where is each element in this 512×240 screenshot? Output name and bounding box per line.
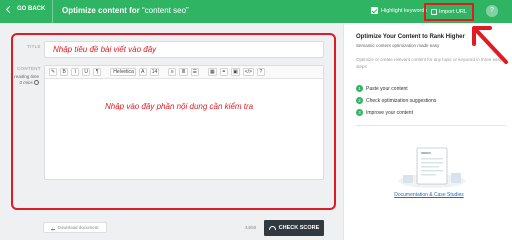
import-icon xyxy=(430,9,437,15)
help-button[interactable]: ? xyxy=(256,68,265,76)
go-back-label: GO BACK xyxy=(17,6,46,12)
keyword-counter: 44/50 xyxy=(245,225,257,230)
content-editor[interactable]: ✎ B I U ¶ Helvetica A 14 ≡ ≣ ☰ ▦ ⚭ ▣ </>… xyxy=(44,65,324,180)
page-title: Optimize content for “content seo” xyxy=(62,6,189,15)
signal-icon xyxy=(268,226,276,230)
editor-toolbar: ✎ B I U ¶ Helvetica A 14 ≡ ≣ ☰ ▦ ⚭ ▣ </>… xyxy=(45,66,323,79)
reading-time: reading time 0 mins xyxy=(13,74,39,86)
title-input[interactable] xyxy=(44,41,324,58)
font-color-button[interactable]: A xyxy=(138,68,147,76)
link-button[interactable]: ⚭ xyxy=(219,68,228,76)
align-button[interactable]: ☰ xyxy=(190,68,200,76)
font-size-select[interactable]: 14 xyxy=(149,68,160,76)
content-label: CONTENT xyxy=(17,66,41,71)
title-label: TITLE xyxy=(27,44,41,49)
content-text[interactable]: Nhập vào đây phần nội dung cần kiểm tra xyxy=(105,102,253,111)
highlight-keywords-toggle[interactable]: Highlight keywords xyxy=(371,7,427,14)
top-bar: GO BACK Optimize content for “content se… xyxy=(0,0,512,23)
step-label: Improve your content xyxy=(366,109,413,116)
documentation-illustration-icon: SEO xyxy=(399,147,465,188)
underline-button[interactable]: U xyxy=(82,68,91,76)
go-back-button[interactable]: GO BACK xyxy=(5,5,46,13)
font-family-select[interactable]: Helvetica xyxy=(110,68,136,76)
step-label: Check optimization suggestions xyxy=(366,97,437,104)
step-number: 3 xyxy=(356,109,363,116)
check-score-label: CHECK SCORE xyxy=(278,225,320,231)
unordered-list-button[interactable]: ≡ xyxy=(168,68,177,76)
download-icon: ⤓ xyxy=(51,225,56,231)
step-label: Paste your content xyxy=(366,85,408,92)
annotation-arrow-icon xyxy=(472,26,508,64)
divider xyxy=(52,0,53,23)
table-button[interactable]: ▦ xyxy=(208,68,217,76)
clear-format-button[interactable]: ¶ xyxy=(93,68,102,76)
ordered-list-button[interactable]: ≣ xyxy=(179,68,188,76)
page-title-prefix: Optimize content for xyxy=(62,6,140,15)
import-url-button[interactable]: Import URL xyxy=(424,3,474,21)
divider xyxy=(356,125,506,126)
download-label: Download document xyxy=(57,225,99,230)
download-document-button[interactable]: ⤓ Download document xyxy=(43,222,107,233)
code-view-button[interactable]: </> xyxy=(242,68,254,76)
page-title-keyword: “content seo” xyxy=(142,6,189,15)
step-number: 1 xyxy=(356,85,363,92)
italic-button[interactable]: I xyxy=(71,68,80,76)
checkbox-checked-icon[interactable] xyxy=(371,7,378,14)
bold-button[interactable]: B xyxy=(60,68,69,76)
image-button[interactable]: ▣ xyxy=(230,68,240,76)
step-number: 2 xyxy=(356,97,363,104)
panel-title: Optimize Your Content to Rank Higher xyxy=(356,34,465,40)
magic-wand-button[interactable]: ✎ xyxy=(49,68,58,76)
import-url-label: Import URL xyxy=(438,9,468,15)
chevron-left-icon xyxy=(5,5,14,13)
user-avatar[interactable]: ? xyxy=(486,5,498,17)
panel-subtitle: Semantic content optimization made easy xyxy=(356,43,440,48)
step-item: 1 Paste your content xyxy=(356,85,408,92)
highlight-keywords-label: Highlight keywords xyxy=(381,7,428,14)
step-item: 2 Check optimization suggestions xyxy=(356,97,436,104)
documentation-link[interactable]: Documentation & Case Studies xyxy=(374,192,484,198)
step-item: 3 Improve your content xyxy=(356,109,413,116)
illustration-label: SEO xyxy=(422,152,427,155)
clock-icon xyxy=(34,80,39,86)
check-score-button[interactable]: CHECK SCORE xyxy=(264,220,324,236)
reading-time-value: 0 mins xyxy=(19,80,33,85)
